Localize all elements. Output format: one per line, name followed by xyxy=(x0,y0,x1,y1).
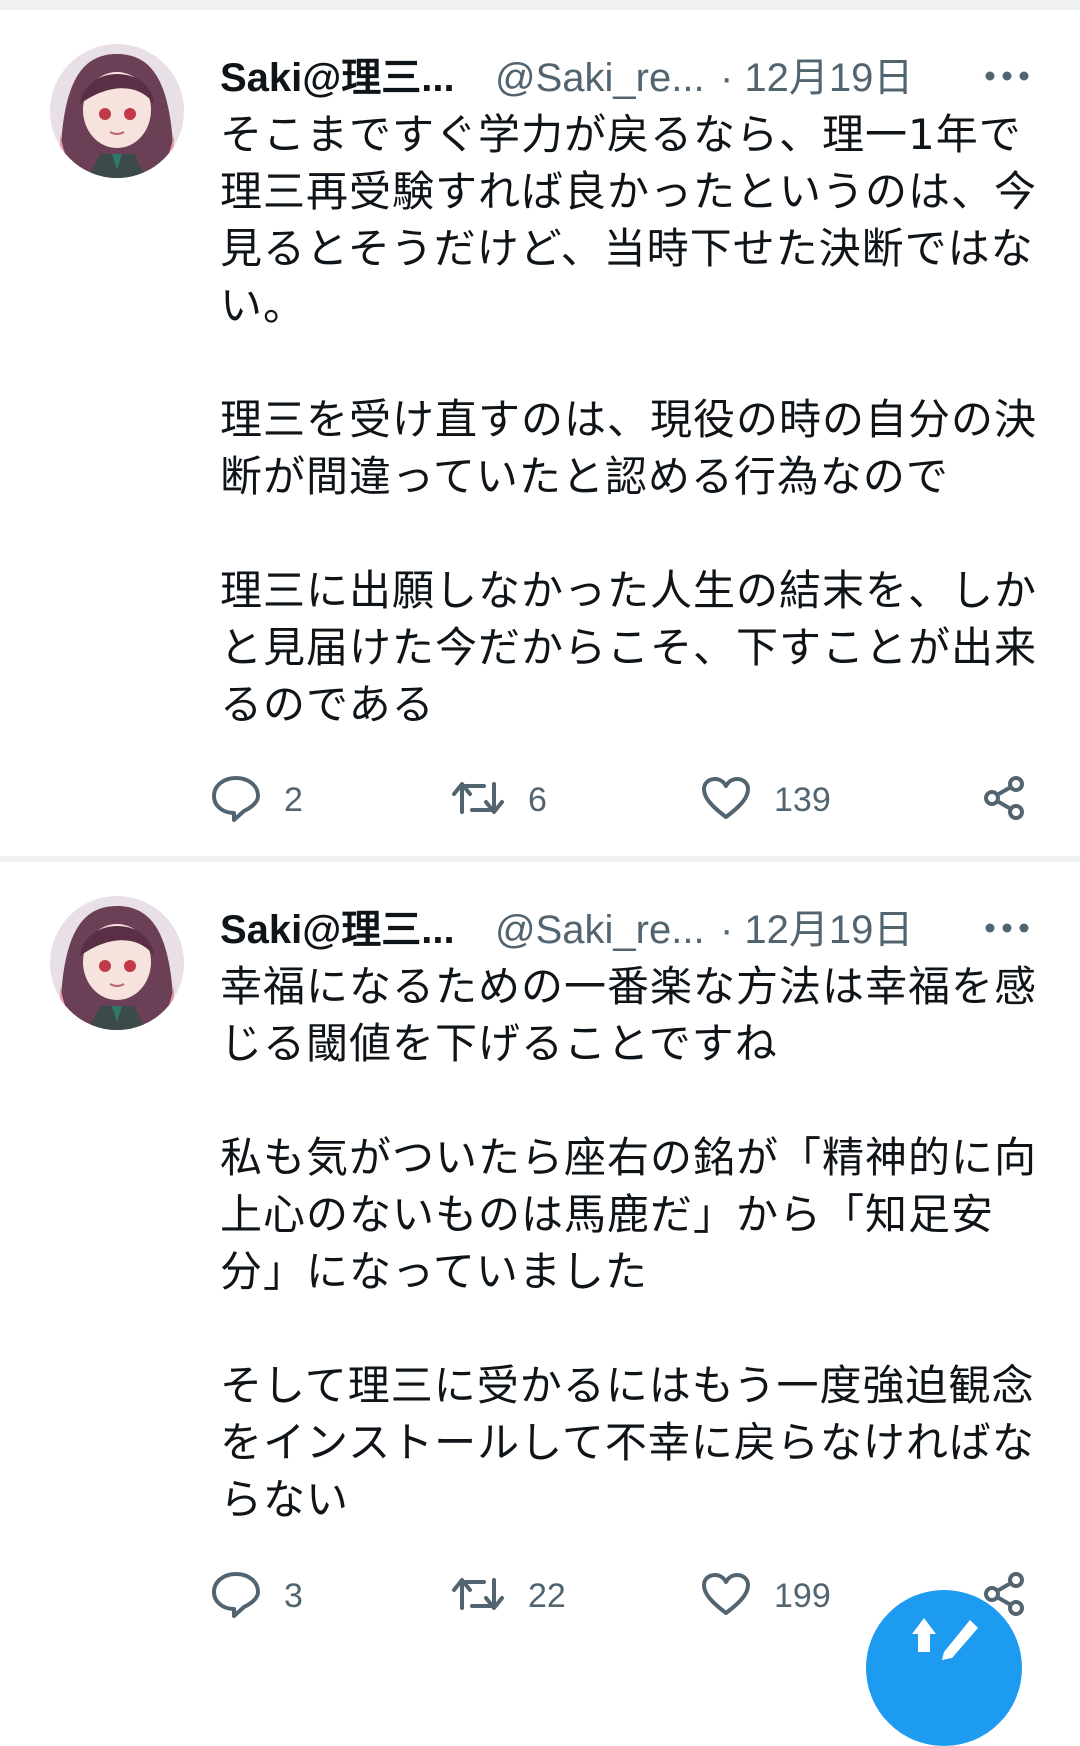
compose-button[interactable] xyxy=(866,1590,1022,1746)
retweet-button[interactable]: 6 xyxy=(450,770,547,830)
like-button[interactable]: 199 xyxy=(700,1566,831,1626)
tweet[interactable]: Saki@理三... @Saki_re... · 12月19日 幸福になるための… xyxy=(0,862,1080,1653)
tweet-date[interactable]: · 12月19日 xyxy=(720,54,913,102)
like-count: 139 xyxy=(774,780,831,819)
tweet-date[interactable]: · 12月19日 xyxy=(720,906,913,954)
reply-button[interactable]: 2 xyxy=(210,770,303,830)
tweet[interactable]: Saki@理三... @Saki_re... · 12月19日 そこまですぐ学力… xyxy=(0,10,1080,858)
tweet-header: Saki@理三... @Saki_re... · 12月19日 xyxy=(220,48,1060,108)
retweet-icon xyxy=(450,1572,506,1620)
like-icon xyxy=(700,775,752,825)
reply-icon xyxy=(210,774,262,826)
more-icon[interactable] xyxy=(982,56,1032,96)
share-button[interactable] xyxy=(980,770,1028,830)
reply-button[interactable]: 3 xyxy=(210,1566,303,1626)
tweet-actions: 2 6 139 xyxy=(210,770,1040,830)
retweet-button[interactable]: 22 xyxy=(450,1566,566,1626)
reply-count: 3 xyxy=(284,1576,303,1615)
tweet-text: そこまですぐ学力が戻るなら、理一1年で理三再受験すれば良かったというのは、今見る… xyxy=(220,110,1038,729)
more-icon[interactable] xyxy=(982,908,1032,948)
tweet-text: 幸福になるための一番楽な方法は幸福を感じる閾値を下げることですね 私も気がついた… xyxy=(220,962,1038,1524)
reply-count: 2 xyxy=(284,780,303,819)
user-handle[interactable]: @Saki_re... xyxy=(495,906,705,954)
like-count: 199 xyxy=(774,1576,831,1615)
retweet-icon xyxy=(450,776,506,824)
top-divider xyxy=(0,0,1080,10)
retweet-count: 6 xyxy=(528,780,547,819)
tweet-header: Saki@理三... @Saki_re... · 12月19日 xyxy=(220,900,1060,960)
like-button[interactable]: 139 xyxy=(700,770,831,830)
like-icon xyxy=(700,1571,752,1621)
share-icon xyxy=(980,774,1028,826)
compose-icon xyxy=(910,1612,980,1666)
avatar[interactable] xyxy=(50,896,184,1030)
avatar[interactable] xyxy=(50,44,184,178)
display-name[interactable]: Saki@理三... xyxy=(220,54,455,102)
display-name[interactable]: Saki@理三... xyxy=(220,906,455,954)
reply-icon xyxy=(210,1570,262,1622)
retweet-count: 22 xyxy=(528,1576,566,1615)
user-handle[interactable]: @Saki_re... xyxy=(495,54,705,102)
